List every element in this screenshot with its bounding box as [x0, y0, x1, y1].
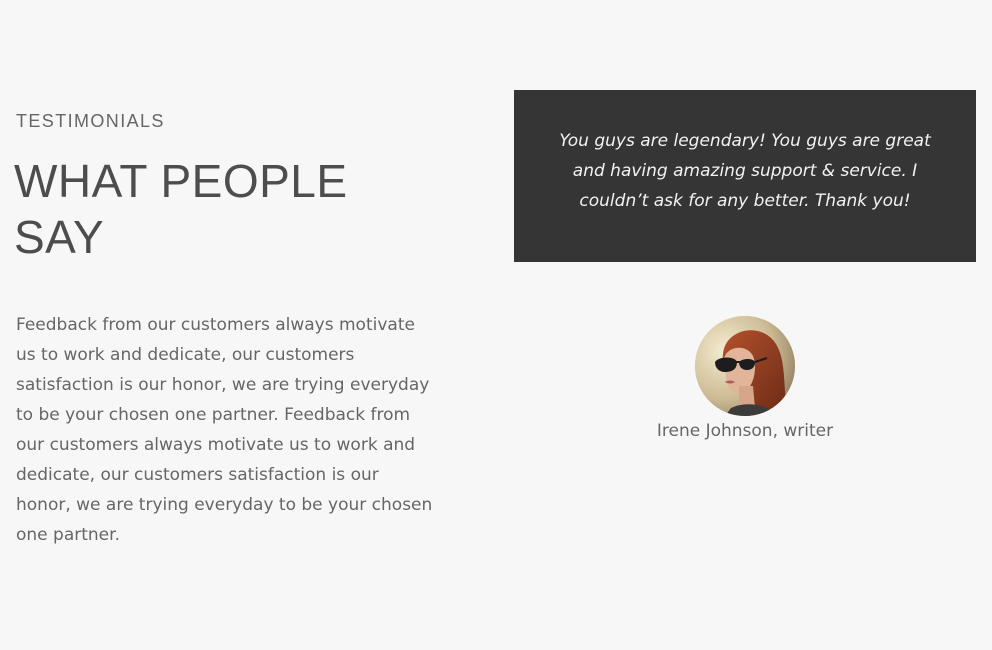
author-photo-icon [695, 316, 795, 416]
section-label: TESTIMONIALS [16, 111, 165, 131]
section-description: Feedback from our customers always motiv… [16, 315, 433, 545]
testimonial-author: Irene Johnson, writer [656, 421, 834, 441]
testimonial-quote: You guys are legendary! You guys are gre… [559, 131, 931, 211]
author-avatar [695, 316, 795, 416]
testimonial-quote-box: You guys are legendary! You guys are gre… [514, 90, 976, 262]
section-title: WHAT PEOPLE SAY [14, 155, 348, 263]
